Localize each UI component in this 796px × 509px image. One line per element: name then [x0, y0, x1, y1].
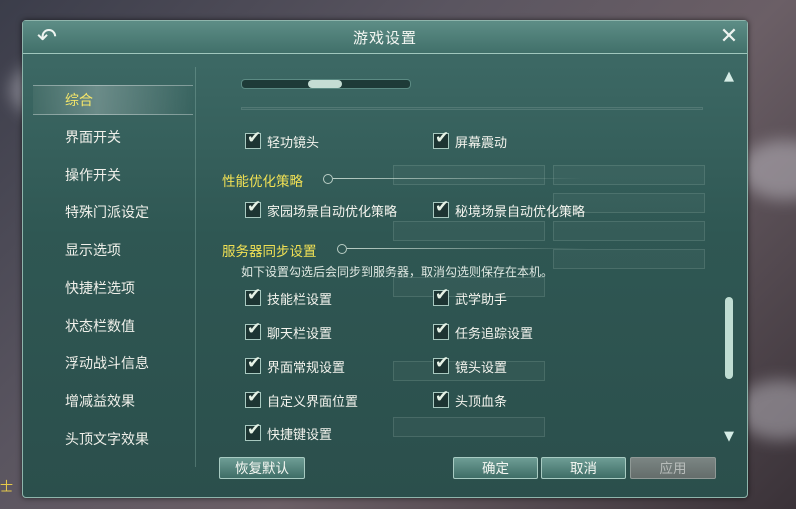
sidebar-item-overhead-text[interactable]: 头顶文字效果 — [33, 425, 193, 455]
checkbox-label: 任务追踪设置 — [455, 326, 534, 342]
vertical-scrollbar-thumb[interactable] — [725, 297, 733, 379]
check-icon: ✔ — [247, 285, 262, 305]
checkbox-quest-tracking[interactable]: ✔ 任务追踪设置 — [433, 319, 534, 343]
snow-patch — [740, 140, 796, 200]
title-bar: ↶ 游戏设置 ✕ — [23, 21, 747, 54]
checkbox-label: 技能栏设置 — [267, 292, 333, 308]
checkbox-box[interactable]: ✔ — [245, 420, 261, 441]
sync-note: 如下设置勾选后会同步到服务器，取消勾选则保存在本机。 — [241, 265, 554, 279]
check-icon: ✔ — [247, 319, 262, 339]
checkbox-label: 轻功镜头 — [267, 135, 320, 151]
check-icon: ✔ — [247, 387, 262, 407]
faded-field — [393, 165, 545, 185]
checkbox-chat-settings[interactable]: ✔ 聊天栏设置 — [245, 319, 333, 343]
checkbox-custom-ui-position[interactable]: ✔ 自定义界面位置 — [245, 387, 359, 411]
checkbox-box[interactable]: ✔ — [245, 353, 261, 374]
confirm-button[interactable]: 确定 — [453, 457, 538, 479]
checkbox-label: 头顶血条 — [455, 394, 508, 410]
scroll-up-icon[interactable]: ▲ — [721, 69, 737, 85]
checkbox-label: 自定义界面位置 — [267, 394, 359, 410]
close-icon[interactable]: ✕ — [717, 24, 741, 50]
background-text-fragment: 士 — [0, 480, 14, 495]
check-icon: ✔ — [435, 197, 450, 217]
faded-divider — [241, 107, 703, 110]
horizontal-scrollbar-thumb[interactable] — [308, 80, 342, 88]
checkbox-label: 秘境场景自动优化策略 — [455, 204, 586, 220]
sidebar-item-buff-effects[interactable]: 增减益效果 — [33, 387, 193, 417]
check-icon: ✔ — [247, 353, 262, 373]
sidebar-item-special-school[interactable]: 特殊门派设定 — [33, 198, 193, 228]
checkbox-home-scene-optimize[interactable]: ✔ 家园场景自动优化策略 — [245, 197, 398, 221]
sidebar-item-hotbar-options[interactable]: 快捷栏选项 — [33, 274, 193, 304]
checkbox-box[interactable]: ✔ — [433, 353, 449, 374]
settings-dialog: ↶ 游戏设置 ✕ 综合 界面开关 操作开关 特殊门派设定 显示选项 快捷栏选项 … — [22, 20, 748, 498]
check-icon: ✔ — [435, 319, 450, 339]
checkbox-box[interactable]: ✔ — [245, 319, 261, 340]
checkbox-box[interactable]: ✔ — [433, 387, 449, 408]
cancel-button[interactable]: 取消 — [541, 457, 626, 479]
dialog-title: 游戏设置 — [352, 29, 417, 47]
settings-content: ✔ 轻功镜头 ✔ 屏幕震动 性能优化策略 ✔ 家园场景自动优化策略 ✔ 秘境场景… — [213, 61, 713, 445]
checkbox-ui-general[interactable]: ✔ 界面常规设置 — [245, 353, 346, 377]
faded-field — [393, 417, 545, 437]
faded-field — [393, 221, 545, 241]
sidebar-item-display-options[interactable]: 显示选项 — [33, 236, 193, 266]
checkbox-box[interactable]: ✔ — [245, 197, 261, 218]
section-title-server-sync: 服务器同步设置 — [222, 244, 317, 260]
faded-field — [553, 221, 705, 241]
checkbox-box[interactable]: ✔ — [245, 285, 261, 306]
check-icon: ✔ — [247, 197, 262, 217]
sidebar-item-ui-toggles[interactable]: 界面开关 — [33, 123, 193, 153]
checkbox-martial-assistant[interactable]: ✔ 武学助手 — [433, 285, 508, 309]
checkbox-skillbar-settings[interactable]: ✔ 技能栏设置 — [245, 285, 333, 309]
section-title-performance: 性能优化策略 — [222, 174, 303, 190]
checkbox-box[interactable]: ✔ — [245, 387, 261, 408]
checkbox-camera-settings[interactable]: ✔ 镜头设置 — [433, 353, 508, 377]
checkbox-label: 界面常规设置 — [267, 360, 346, 376]
check-icon: ✔ — [247, 128, 262, 148]
check-icon: ✔ — [247, 420, 262, 440]
restore-default-button[interactable]: 恢复默认 — [219, 457, 305, 479]
checkbox-overhead-hp[interactable]: ✔ 头顶血条 — [433, 387, 508, 411]
checkbox-label: 聊天栏设置 — [267, 326, 333, 342]
sidebar-item-status-values[interactable]: 状态栏数值 — [33, 312, 193, 342]
checkbox-box[interactable]: ✔ — [433, 197, 449, 218]
faded-field — [553, 249, 705, 269]
checkbox-box[interactable]: ✔ — [433, 128, 449, 149]
checkbox-label: 快捷键设置 — [267, 427, 333, 443]
checkbox-screen-shake[interactable]: ✔ 屏幕震动 — [433, 128, 508, 152]
checkbox-box[interactable]: ✔ — [245, 128, 261, 149]
section-ornament — [323, 174, 333, 184]
checkbox-box[interactable]: ✔ — [433, 319, 449, 340]
section-rule — [347, 248, 587, 249]
checkbox-dungeon-scene-optimize[interactable]: ✔ 秘境场景自动优化策略 — [433, 197, 586, 221]
section-ornament — [337, 244, 347, 254]
check-icon: ✔ — [435, 387, 450, 407]
scroll-down-icon[interactable]: ▼ — [721, 429, 737, 445]
settings-sidebar: 综合 界面开关 操作开关 特殊门派设定 显示选项 快捷栏选项 状态栏数值 浮动战… — [33, 65, 195, 448]
faded-field — [553, 165, 705, 185]
sidebar-item-general[interactable]: 综合 — [33, 85, 193, 115]
sidebar-item-floating-combat[interactable]: 浮动战斗信息 — [33, 349, 193, 379]
check-icon: ✔ — [435, 285, 450, 305]
checkbox-label: 镜头设置 — [455, 360, 508, 376]
checkbox-label: 屏幕震动 — [455, 135, 508, 151]
apply-button[interactable]: 应用 — [630, 457, 716, 479]
sidebar-divider — [195, 67, 196, 467]
checkbox-label: 家园场景自动优化策略 — [267, 204, 398, 220]
checkbox-box[interactable]: ✔ — [433, 285, 449, 306]
checkbox-qinggong-camera[interactable]: ✔ 轻功镜头 — [245, 128, 320, 152]
horizontal-scrollbar[interactable] — [241, 79, 411, 89]
section-rule — [333, 178, 583, 179]
checkbox-hotkey-settings[interactable]: ✔ 快捷键设置 — [245, 420, 333, 444]
checkbox-label: 武学助手 — [455, 292, 508, 308]
sidebar-item-control-toggles[interactable]: 操作开关 — [33, 161, 193, 191]
check-icon: ✔ — [435, 128, 450, 148]
check-icon: ✔ — [435, 353, 450, 373]
